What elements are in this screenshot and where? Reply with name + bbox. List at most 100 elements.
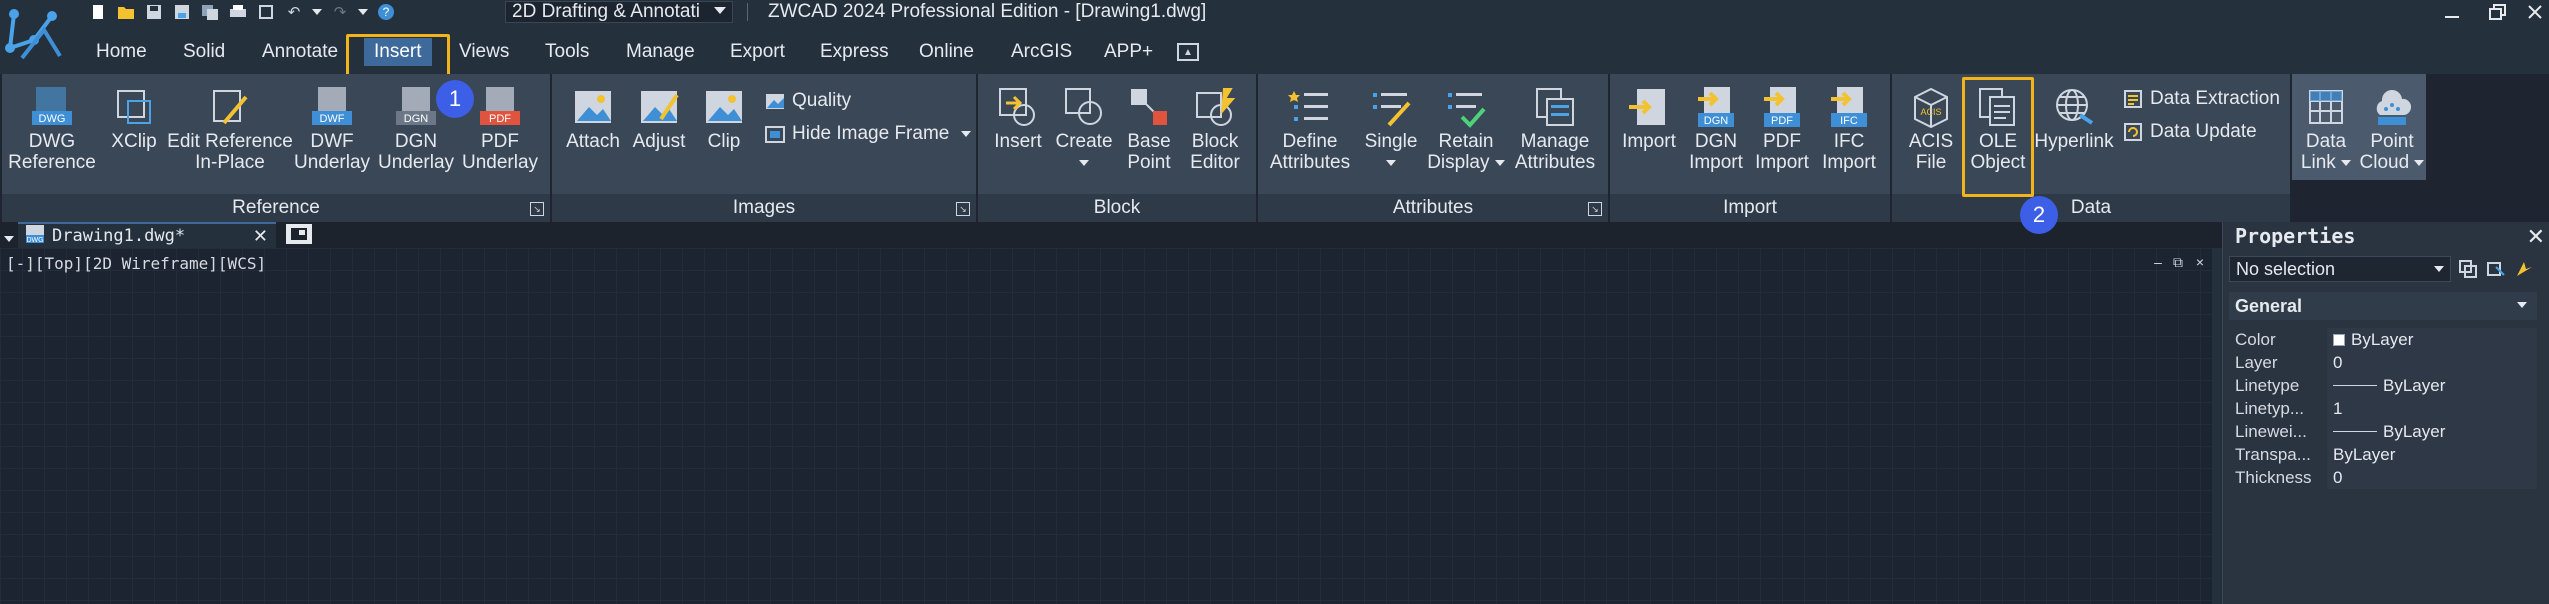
property-row-transparency[interactable]: Transpa... ByLayer bbox=[2229, 443, 2537, 466]
property-row-linetype[interactable]: Linetype ByLayer bbox=[2229, 374, 2537, 397]
dgn-import-button[interactable]: DGN DGN Import bbox=[1684, 84, 1748, 172]
property-row-layer[interactable]: Layer 0 bbox=[2229, 351, 2537, 374]
property-row-linetype-scale[interactable]: Linetyp... 1 bbox=[2229, 397, 2537, 420]
undo-icon[interactable]: ↶ bbox=[284, 2, 304, 22]
undo-dropdown-icon[interactable] bbox=[312, 2, 322, 22]
base-point-button[interactable]: Base Point bbox=[1118, 84, 1180, 172]
data-extraction-button[interactable]: Data Extraction bbox=[2122, 88, 2280, 110]
viewport-close-icon[interactable]: × bbox=[2192, 254, 2208, 270]
dwg-reference-button[interactable]: DWG DWG Reference bbox=[8, 84, 96, 172]
tab-arcgis[interactable]: ArcGIS bbox=[1011, 38, 1072, 66]
ole-object-highlight bbox=[1962, 77, 2034, 197]
redo-icon[interactable]: ↷ bbox=[330, 2, 350, 22]
tab-express[interactable]: Express bbox=[820, 38, 889, 66]
data-link-label-1: Data bbox=[2305, 131, 2347, 152]
point-cloud-button[interactable]: Point Cloud bbox=[2360, 84, 2425, 172]
ifc-import-icon: IFC bbox=[1827, 84, 1871, 130]
pdf-import-button[interactable]: PDF PDF Import bbox=[1750, 84, 1814, 172]
pdf-import-label-2: Import bbox=[1755, 152, 1809, 173]
file-tab-drawing1[interactable]: DWG Drawing1.dwg* ✕ bbox=[18, 222, 276, 248]
new-tab-button[interactable] bbox=[286, 224, 312, 244]
data-link-dropdown-icon[interactable] bbox=[2341, 159, 2352, 166]
tab-tools[interactable]: Tools bbox=[545, 38, 589, 66]
attributes-panel-launcher-icon[interactable]: ↘ bbox=[1588, 202, 1602, 216]
tab-home[interactable]: Home bbox=[96, 38, 147, 66]
create-block-button[interactable]: Create bbox=[1052, 84, 1116, 172]
select-objects-icon[interactable] bbox=[2485, 258, 2507, 280]
restore-button[interactable] bbox=[2478, 0, 2518, 24]
hide-image-frame-button[interactable]: Hide Image Frame bbox=[764, 123, 972, 145]
multi-save-icon[interactable] bbox=[200, 2, 220, 22]
tab-views[interactable]: Views bbox=[459, 38, 509, 66]
selection-dropdown[interactable]: No selection bbox=[2229, 256, 2451, 282]
print-icon[interactable] bbox=[228, 2, 248, 22]
tab-solid[interactable]: Solid bbox=[183, 38, 225, 66]
property-row-lineweight[interactable]: Linewei... ByLayer bbox=[2229, 420, 2537, 443]
properties-close-icon[interactable]: ✕ bbox=[2527, 224, 2545, 250]
linetype-preview-icon bbox=[2333, 385, 2377, 386]
block-editor-button[interactable]: Block Editor bbox=[1182, 84, 1248, 172]
insert-block-button[interactable]: Insert bbox=[984, 84, 1052, 151]
ifc-import-button[interactable]: IFC IFC Import bbox=[1816, 84, 1882, 172]
manage-attributes-button[interactable]: Manage Attributes bbox=[1508, 84, 1602, 172]
single-attribute-dropdown-icon[interactable] bbox=[1386, 153, 1396, 172]
attach-image-button[interactable]: Attach bbox=[560, 84, 626, 151]
close-window-button[interactable] bbox=[2515, 0, 2549, 24]
redo-dropdown-icon[interactable] bbox=[358, 2, 368, 22]
create-block-dropdown-icon[interactable] bbox=[1079, 153, 1089, 172]
viewport-controls-label[interactable]: [-][Top][2D Wireframe][WCS] bbox=[6, 254, 266, 273]
manage-attributes-label-2: Attributes bbox=[1514, 152, 1596, 173]
single-attribute-button[interactable]: Single bbox=[1360, 84, 1422, 172]
pdf-underlay-label-2: Underlay bbox=[461, 152, 539, 173]
define-attributes-label-1: Define bbox=[1282, 131, 1338, 152]
data-update-button[interactable]: Data Update bbox=[2122, 121, 2257, 143]
property-value: ByLayer bbox=[2383, 375, 2446, 395]
clip-image-button[interactable]: Clip bbox=[696, 84, 752, 151]
drawing-canvas[interactable]: [-][Top][2D Wireframe][WCS] – ⧉ × bbox=[0, 248, 2222, 604]
viewport-minimize-icon[interactable]: – bbox=[2150, 254, 2166, 270]
reference-panel-launcher-icon[interactable]: ↘ bbox=[530, 202, 544, 216]
dgn-import-label-1: DGN bbox=[1694, 131, 1738, 152]
tab-export[interactable]: Export bbox=[730, 38, 785, 66]
general-category[interactable]: General bbox=[2229, 292, 2537, 320]
edit-reference-in-place-button[interactable]: Edit Reference In-Place bbox=[167, 84, 293, 172]
images-panel-launcher-icon[interactable]: ↘ bbox=[956, 202, 970, 216]
app-logo[interactable] bbox=[0, 0, 78, 74]
property-row-thickness[interactable]: Thickness 0 bbox=[2229, 466, 2537, 489]
open-folder-icon[interactable] bbox=[116, 2, 136, 22]
dwf-underlay-button[interactable]: DWF DWF Underlay bbox=[292, 84, 372, 172]
acis-file-button[interactable]: ACIS ACIS File bbox=[1898, 84, 1964, 172]
retain-display-button[interactable]: Retain Display bbox=[1426, 84, 1506, 172]
minimize-ribbon-icon[interactable]: ▲ bbox=[1177, 43, 1199, 61]
point-cloud-dropdown-icon[interactable] bbox=[2414, 159, 2425, 166]
viewport-restore-icon[interactable]: ⧉ bbox=[2170, 254, 2186, 270]
workspace-dropdown[interactable]: 2D Drafting & Annotati bbox=[505, 1, 733, 23]
new-file-icon[interactable] bbox=[88, 2, 108, 22]
data-link-button[interactable]: Data Link bbox=[2294, 84, 2358, 172]
image-quality-button[interactable]: Quality bbox=[764, 90, 851, 112]
save-as-icon[interactable] bbox=[172, 2, 192, 22]
hyperlink-button[interactable]: Hyperlink bbox=[2034, 84, 2114, 151]
import-button[interactable]: Import bbox=[1616, 84, 1682, 151]
retain-display-dropdown-icon[interactable] bbox=[1494, 159, 1505, 166]
property-row-color[interactable]: Color ByLayer bbox=[2229, 328, 2537, 351]
tab-online[interactable]: Online bbox=[919, 38, 974, 66]
help-icon[interactable]: ? bbox=[376, 2, 396, 22]
tab-annotate[interactable]: Annotate bbox=[262, 38, 338, 66]
tab-app-plus[interactable]: APP+ bbox=[1104, 38, 1153, 66]
xclip-button[interactable]: XClip bbox=[104, 84, 164, 151]
toggle-pickadd-icon[interactable] bbox=[2457, 258, 2479, 280]
file-tabs-menu-icon[interactable] bbox=[4, 230, 14, 248]
quick-select-icon[interactable] bbox=[2513, 258, 2535, 280]
adjust-image-icon bbox=[637, 84, 681, 130]
dgn-icon-text: DGN bbox=[404, 113, 429, 125]
minimize-button[interactable] bbox=[2432, 0, 2472, 24]
tab-manage[interactable]: Manage bbox=[626, 38, 695, 66]
save-icon[interactable] bbox=[144, 2, 164, 22]
define-attributes-button[interactable]: Define Attributes bbox=[1264, 84, 1356, 172]
publish-icon[interactable] bbox=[256, 2, 276, 22]
hide-image-frame-dropdown-icon[interactable] bbox=[961, 131, 972, 137]
adjust-image-button[interactable]: Adjust bbox=[626, 84, 692, 151]
quick-access-toolbar: ↶ ↷ ? bbox=[88, 2, 396, 22]
close-tab-icon[interactable]: ✕ bbox=[253, 226, 268, 247]
